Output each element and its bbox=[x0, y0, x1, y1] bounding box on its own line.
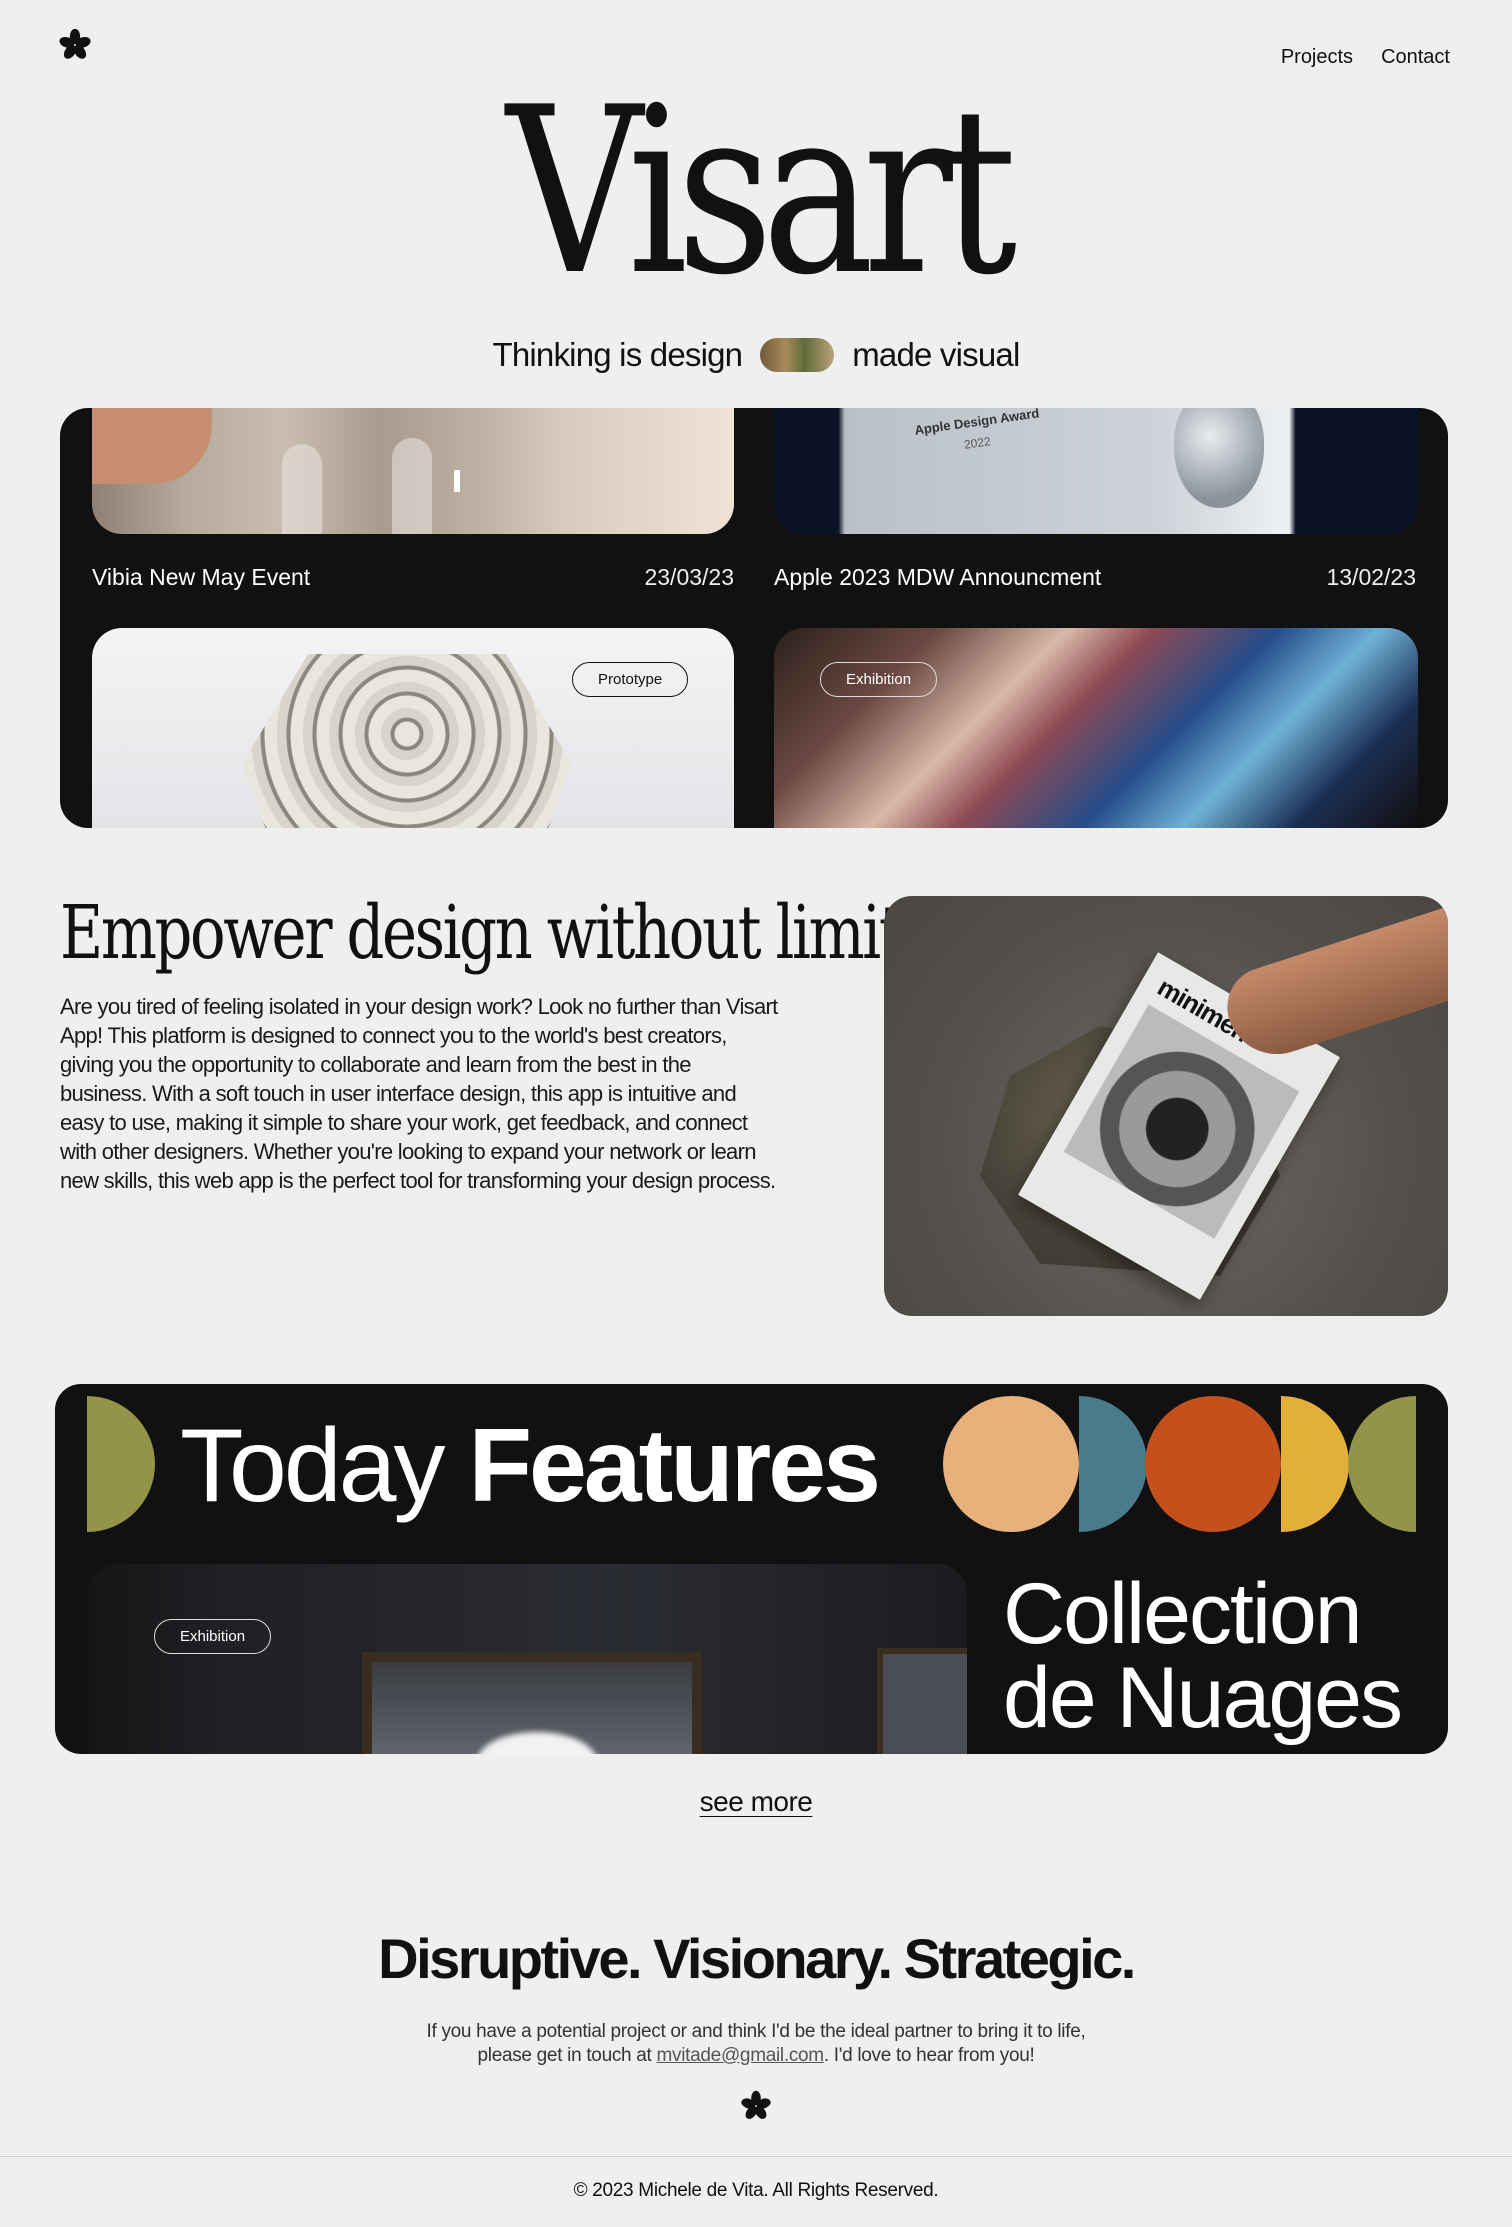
image-detail bbox=[92, 408, 212, 484]
image-figure bbox=[282, 444, 322, 534]
see-more-link[interactable]: see more bbox=[700, 1786, 813, 1817]
empower-title: Empower design without limits bbox=[60, 890, 931, 976]
collection-line-2: de Nuages bbox=[1003, 1650, 1403, 1746]
brand-title: Visart bbox=[506, 59, 1017, 326]
cta-headline: Disruptive. Visionary. Strategic. bbox=[378, 1927, 1136, 1990]
teal-half-circle bbox=[1079, 1396, 1147, 1532]
collection-line-1: Collection bbox=[1003, 1566, 1363, 1662]
award-text: Apple Design Award bbox=[913, 408, 1041, 438]
tagline: Thinking is design made visual bbox=[0, 336, 1512, 374]
contact-line-2-after: . I'd love to hear from you! bbox=[823, 2045, 1035, 2066]
sculpture-image bbox=[242, 654, 572, 828]
nav-projects-link[interactable]: Projects bbox=[1281, 46, 1353, 69]
olive-half-circle-right bbox=[1348, 1396, 1416, 1532]
footer-divider bbox=[0, 2156, 1512, 2157]
image-lamp bbox=[454, 470, 460, 492]
contact-line-2: please get in touch at mvitade@gmail.com… bbox=[0, 2044, 1512, 2068]
magazine-photo: minimen bbox=[884, 896, 1448, 1316]
project-title[interactable]: Vibia New May Event bbox=[92, 564, 310, 591]
contact-line-1: If you have a potential project or and t… bbox=[426, 2021, 1086, 2042]
project-date: 23/03/23 bbox=[644, 564, 734, 590]
project-title[interactable]: Apple 2023 MDW Announcment bbox=[774, 564, 1101, 591]
feature-image[interactable] bbox=[87, 1564, 967, 1754]
copyright: © 2023 Michele de Vita. All Rights Reser… bbox=[573, 2180, 939, 2201]
award-year: 2022 bbox=[963, 434, 992, 452]
see-more: see more bbox=[0, 1786, 1512, 1818]
main-nav: Projects Contact bbox=[1281, 46, 1450, 69]
features-title: Today Features bbox=[180, 1404, 881, 1529]
tagline-before: Thinking is design bbox=[492, 336, 743, 373]
contact-text: If you have a potential project or and t… bbox=[0, 2020, 1512, 2068]
tagline-pill-image bbox=[760, 338, 835, 372]
project-image-exhibition[interactable]: Exhibition bbox=[774, 628, 1418, 828]
features-title-light: Today bbox=[180, 1408, 446, 1524]
exhibition-tag[interactable]: Exhibition bbox=[154, 1619, 272, 1654]
collection-title: Collection de Nuages bbox=[1003, 1566, 1403, 1746]
hand-image bbox=[1216, 896, 1448, 1068]
display-case-right bbox=[877, 1648, 967, 1754]
email-link[interactable]: mvitade@gmail.com bbox=[657, 2045, 825, 2066]
flower-asterisk-icon[interactable] bbox=[58, 28, 92, 62]
flower-asterisk-icon bbox=[741, 2090, 771, 2119]
project-image-prototype[interactable]: Prototype bbox=[92, 628, 734, 828]
contact-line-2-before: please get in touch at bbox=[477, 2045, 657, 2066]
peach-circle bbox=[943, 1396, 1079, 1532]
empower-body: Are you tired of feeling isolated in you… bbox=[60, 994, 778, 1193]
nav-contact-link[interactable]: Contact bbox=[1381, 46, 1450, 69]
exhibition-tag[interactable]: Exhibition bbox=[820, 662, 938, 697]
image-figure bbox=[392, 438, 432, 534]
tagline-after: made visual bbox=[852, 336, 1020, 373]
features-title-bold: Features bbox=[468, 1408, 881, 1524]
olive-half-circle bbox=[87, 1396, 155, 1532]
project-image-vibia[interactable] bbox=[92, 408, 734, 534]
today-features-banner[interactable]: Today Features Exhibition Collection de … bbox=[55, 1384, 1448, 1754]
projects-board: Vibia New May Event 23/03/23 Apple Desig… bbox=[60, 408, 1448, 828]
apple-logo-icon bbox=[1174, 408, 1264, 508]
project-image-apple[interactable]: Apple Design Award 2022 bbox=[774, 408, 1418, 534]
prototype-tag[interactable]: Prototype bbox=[572, 662, 689, 697]
orange-circle bbox=[1145, 1396, 1281, 1532]
project-date: 13/02/23 bbox=[1326, 564, 1416, 590]
yellow-half-circle bbox=[1281, 1396, 1349, 1532]
